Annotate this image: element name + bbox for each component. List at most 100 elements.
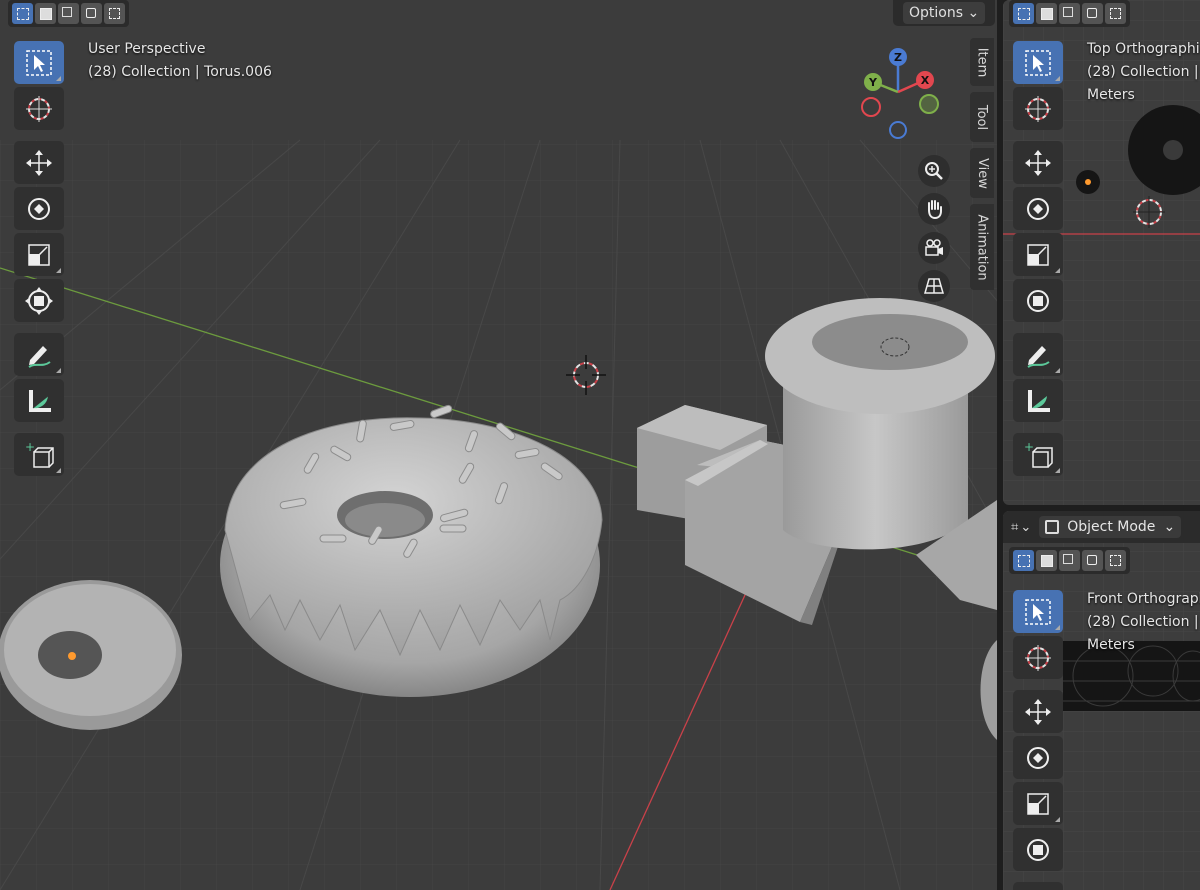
select-mode-group-top[interactable] bbox=[1009, 0, 1130, 27]
tool-select-box[interactable] bbox=[14, 41, 64, 84]
view-info: User Perspective (28) Collection | Torus… bbox=[88, 38, 272, 84]
main-3d-viewport[interactable]: Options ⌄ + User Perspective (28) Collec… bbox=[0, 0, 997, 890]
top-toolbar: + bbox=[1013, 41, 1063, 479]
tool-add-cube[interactable]: + bbox=[1013, 433, 1063, 476]
options-button[interactable]: Options ⌄ bbox=[893, 0, 996, 26]
tool-transform[interactable] bbox=[14, 279, 64, 322]
select-mode-extend-icon[interactable] bbox=[35, 3, 56, 24]
select-box-icon bbox=[26, 49, 52, 76]
select-box-icon bbox=[1025, 598, 1051, 625]
tool-add-cube[interactable]: + bbox=[14, 433, 64, 476]
select-mode-intersect-icon[interactable] bbox=[104, 3, 125, 24]
tool-rotate[interactable] bbox=[14, 187, 64, 230]
select-mode-extend-icon[interactable] bbox=[1036, 550, 1057, 571]
svg-text:+: + bbox=[25, 440, 35, 454]
select-mode-invert-icon[interactable] bbox=[81, 3, 102, 24]
tool-scale[interactable] bbox=[1013, 233, 1063, 276]
rotate-icon bbox=[1027, 197, 1049, 220]
npanel-tab-tool[interactable]: Tool bbox=[970, 92, 994, 142]
tool-measure[interactable] bbox=[14, 379, 64, 422]
measure-ruler-icon bbox=[29, 389, 51, 412]
camera-icon bbox=[925, 239, 943, 256]
options-label: Options bbox=[909, 5, 964, 21]
tool-scale[interactable] bbox=[14, 233, 64, 276]
zoom-magnifier-icon bbox=[925, 162, 943, 180]
editor-type-dropdown[interactable]: ⌗ ⌄ bbox=[1011, 520, 1031, 535]
npanel-tab-view[interactable]: View bbox=[970, 148, 994, 198]
select-mode-subtract-icon[interactable] bbox=[1059, 550, 1080, 571]
svg-text:Y: Y bbox=[868, 76, 878, 89]
tool-annotate[interactable] bbox=[1013, 882, 1063, 890]
pot-object bbox=[765, 298, 995, 550]
select-mode-invert-icon[interactable] bbox=[1082, 550, 1103, 571]
navigation-gizmo[interactable]: Z Y X bbox=[855, 45, 945, 145]
svg-text:+: + bbox=[1024, 440, 1034, 454]
object-cube-icon bbox=[1045, 520, 1060, 534]
front-ortho-viewport[interactable]: ⌗ ⌄ Object Mode ⌄ Front Orthograph (28) … bbox=[1003, 511, 1200, 890]
npanel-tab-item[interactable]: Item bbox=[970, 38, 994, 86]
scale-icon bbox=[1027, 243, 1049, 266]
object-mode-icon: ⌗ bbox=[1011, 519, 1019, 535]
add-cube-icon: + bbox=[1024, 440, 1053, 468]
tool-measure[interactable] bbox=[1013, 379, 1063, 422]
transform-icon bbox=[25, 286, 53, 315]
tool-scale[interactable] bbox=[1013, 782, 1063, 825]
select-mode-subtract-icon[interactable] bbox=[1059, 3, 1080, 24]
transform-icon bbox=[1027, 289, 1049, 312]
select-mode-new-icon[interactable] bbox=[1013, 3, 1034, 24]
object-mode-dropdown[interactable]: Object Mode ⌄ bbox=[1039, 516, 1182, 538]
collection-info: (28) Collection | bbox=[1087, 614, 1199, 630]
select-mode-invert-icon[interactable] bbox=[1082, 3, 1103, 24]
select-mode-new-icon[interactable] bbox=[1013, 550, 1034, 571]
pan-button[interactable] bbox=[918, 193, 950, 225]
tool-move[interactable] bbox=[14, 141, 64, 184]
cursor-icon bbox=[26, 95, 52, 122]
tool-select-box[interactable] bbox=[1013, 590, 1063, 633]
camera-view-button[interactable] bbox=[918, 232, 950, 264]
select-box-icon bbox=[1025, 49, 1051, 76]
select-mode-extend-icon[interactable] bbox=[1036, 3, 1057, 24]
units-label: Meters bbox=[1087, 637, 1135, 653]
view-name: Front Orthograph bbox=[1087, 591, 1200, 607]
move-icon bbox=[1025, 698, 1051, 725]
tool-transform[interactable] bbox=[1013, 828, 1063, 871]
tool-annotate[interactable] bbox=[14, 333, 64, 376]
cursor-icon bbox=[1025, 644, 1051, 671]
rotate-icon bbox=[1027, 746, 1049, 769]
tool-annotate[interactable] bbox=[1013, 333, 1063, 376]
tool-select-box[interactable] bbox=[1013, 41, 1063, 84]
perspective-toggle-button[interactable] bbox=[918, 270, 950, 302]
tool-rotate[interactable] bbox=[1013, 187, 1063, 230]
tool-cursor[interactable] bbox=[14, 87, 64, 130]
tool-rotate[interactable] bbox=[1013, 736, 1063, 779]
tool-transform[interactable] bbox=[1013, 279, 1063, 322]
select-mode-new-icon[interactable] bbox=[12, 3, 33, 24]
grid-perspective-icon bbox=[924, 278, 944, 294]
collection-info: (28) Collection | Torus.006 bbox=[88, 64, 272, 80]
front-toolbar bbox=[1013, 590, 1063, 890]
move-icon bbox=[26, 149, 52, 176]
annotate-pencil-icon bbox=[28, 345, 51, 368]
view-info-top: Top Orthographic (28) Collection | Meter… bbox=[1087, 38, 1200, 107]
select-mode-group[interactable] bbox=[8, 0, 129, 27]
tool-move[interactable] bbox=[1013, 141, 1063, 184]
npanel-tab-animation[interactable]: Animation bbox=[970, 204, 994, 290]
svg-text:X: X bbox=[921, 74, 930, 87]
select-mode-subtract-icon[interactable] bbox=[58, 3, 79, 24]
select-mode-intersect-icon[interactable] bbox=[1105, 3, 1126, 24]
view-name: Top Orthographic bbox=[1087, 41, 1200, 57]
tool-cursor[interactable] bbox=[1013, 87, 1063, 130]
select-mode-intersect-icon[interactable] bbox=[1105, 550, 1126, 571]
zoom-button[interactable] bbox=[918, 155, 950, 187]
tool-cursor[interactable] bbox=[1013, 636, 1063, 679]
select-mode-group-front[interactable] bbox=[1009, 547, 1130, 574]
top-ortho-viewport[interactable]: + Top Orthographic (28) Collection | Met… bbox=[1003, 0, 1200, 505]
hand-pan-icon bbox=[928, 200, 942, 220]
tool-move[interactable] bbox=[1013, 690, 1063, 733]
main-toolbar: + bbox=[14, 41, 64, 479]
main-scene bbox=[0, 0, 997, 890]
move-icon bbox=[1025, 149, 1051, 176]
donut-object bbox=[220, 404, 603, 697]
view-name: User Perspective bbox=[88, 41, 206, 57]
view-info-front: Front Orthograph (28) Collection | Meter… bbox=[1087, 588, 1200, 657]
